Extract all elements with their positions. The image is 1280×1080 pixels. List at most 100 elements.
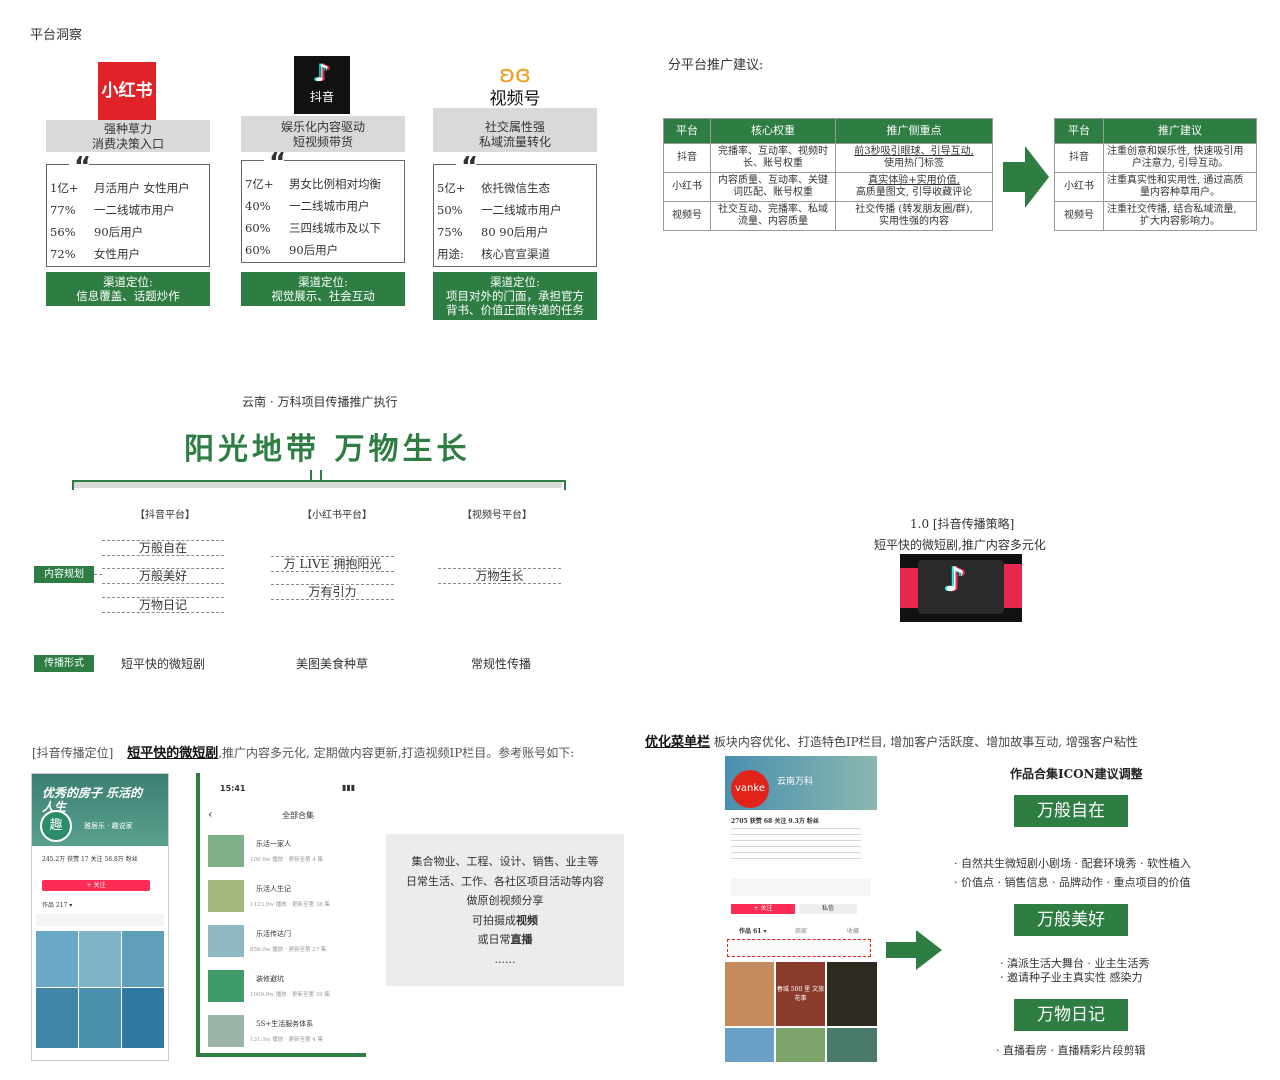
butterfly-icon: ʚɞ [499, 60, 531, 88]
reference-account-screenshot-2: 15:41 ▮▮▮ ‹ 全部合集 乐活一家人 108.6w 播放 · 更新至第 … [196, 773, 366, 1057]
tag-communication-form: 传播形式 [34, 655, 94, 672]
platform-card-xiaohongshu: 小红书 强种草力 消费决策入口 “ 1亿+ 月活用户 女性用户 77% 一二线城市用… [46, 60, 210, 310]
table-row: 视频号 社交互动、完播率、私域流量、内容质量 社交传播 (转发朋友圈/群), 实用… [663, 201, 993, 231]
content-description-box: 集合物业、工程、设计、销售、业主等 日常生活、工作、各社区项目活动等内容 做原创… [386, 834, 624, 986]
collection-item[interactable]: 乐活人生记 1123.9w 播放 · 更新至第 38 集 [208, 880, 358, 914]
stat-row: 75% 80 90后用户 [437, 225, 549, 239]
suggestion-table: 平台 推广建议 抖音 注重创意和娱乐性, 快速吸引用 户注意力, 引导互动。 小红书… [1054, 118, 1257, 231]
message-button[interactable]: 私信 [799, 904, 857, 914]
form-sph: 常规性传播 [471, 657, 532, 671]
tag-content-planning: 内容规划 [34, 566, 94, 583]
tiktok-note-icon: ♪ [314, 59, 330, 87]
platform-band: 强种草力 消费决策入口 [46, 120, 210, 152]
menu-optimization-text: 优化菜单栏 板块内容优化、打造特色IP栏目, 增加客户活跃度、增加故事互动, 增… [645, 735, 1138, 750]
vanke-logo: vanke [731, 770, 769, 808]
douyin-item: 万般自在 [102, 540, 224, 556]
video-thumb[interactable] [827, 1028, 877, 1062]
video-thumb[interactable] [725, 1028, 774, 1062]
reference-account-screenshot-1: 优秀的房子 乐活的人生 趣 雅居乐 · 趣说家 245.2万 获赞 17 关注 … [31, 773, 169, 1061]
video-thumb[interactable] [725, 962, 774, 1026]
tab-shop[interactable]: 商家 [795, 926, 807, 935]
channel-position: 渠道定位: 项目对外的门面，承担官方 背书、价值正面传递的任务 [433, 272, 597, 320]
video-thumb[interactable]: 春城 500 里 文旅花事 [776, 962, 825, 1026]
bracket-shadow [74, 482, 562, 488]
green-accent-bar [196, 1053, 366, 1057]
collection-header: 全部合集 [282, 811, 314, 820]
band-line: 强种草力 [103, 122, 152, 136]
stat-row: 50% 一二线城市用户 [437, 203, 562, 217]
strategy-line1: 1.0 [抖音传播策略] [910, 517, 1015, 531]
works-tab[interactable]: 作品 61 ▾ [739, 926, 767, 935]
collection-item[interactable]: 5S+生活服务体系 131.3w 播放 · 更新至第 4 集 [208, 1015, 358, 1049]
video-thumb[interactable] [36, 988, 78, 1048]
video-thumb[interactable] [79, 988, 121, 1048]
exec-subtitle: 云南 · 万科项目传播推广执行 [242, 395, 398, 409]
video-thumb[interactable] [36, 931, 78, 987]
xhs-item: 万 LIVE 拥抱阳光 [271, 556, 394, 572]
stat-row: 60% 90后用户 [245, 243, 339, 257]
platform-band: 娱乐化内容驱动 短视频带货 [241, 116, 405, 152]
stat-row: 56% 90后用户 [50, 225, 144, 239]
tab-favorites[interactable]: 收藏 [847, 926, 859, 935]
account-stats: 2705 获赞 68 关注 9.3万 粉丝 [731, 818, 819, 825]
collection-button-wanbanmeihao[interactable]: 万般美好 [1014, 904, 1128, 936]
stat-row: 60% 三四线城市及以下 [245, 221, 381, 235]
table-row: 抖音 完播率、互动率、视频时长、账号权重 前3秒吸引眼球、引导互动, 使用热门标签 [663, 143, 993, 173]
quote-icon: “ [74, 152, 92, 182]
back-icon[interactable]: ‹ [208, 807, 213, 821]
follow-button[interactable]: + 关注 [731, 904, 795, 914]
strategy-line2: 短平快的微短剧,推广内容多元化 [874, 538, 1046, 552]
platform-card-douyin: ♪ 抖音 娱乐化内容驱动 短视频带货 “ 7亿+ 男女比例相对均衡 40% 一二线城… [241, 56, 405, 306]
stat-row: 40% 一二线城市用户 [245, 199, 370, 213]
channel-position: 渠道定位: 信息覆盖、话题炒作 [46, 272, 210, 306]
video-thumb[interactable] [827, 962, 877, 1026]
stat-row: 5亿+ 依托微信生态 [437, 181, 550, 195]
shop-entries [731, 878, 871, 896]
icon-adjust-title: 作品合集ICON建议调整 [1010, 767, 1143, 781]
video-thumb[interactable] [79, 931, 121, 987]
video-thumb[interactable] [776, 1028, 825, 1062]
works-count[interactable]: 作品 217 ▾ [42, 900, 72, 909]
follow-button[interactable]: + 关注 [42, 880, 150, 891]
stat-row: 用途: 核心官宣渠道 [437, 247, 550, 261]
vanke-account-screenshot: vanke 云南万科 2705 获赞 68 关注 9.3万 粉丝 + 关注 私信… [725, 756, 877, 1062]
video-thumb[interactable] [122, 931, 164, 987]
account-stats: 245.2万 获赞 17 关注 58.8万 粉丝 [42, 856, 138, 863]
stat-row: 1亿+ 月活用户 女性用户 [50, 181, 190, 195]
col-douyin-header: 【抖音平台】 [135, 510, 195, 521]
collection-menu-highlight[interactable] [727, 939, 871, 957]
arrow-right-icon [1003, 146, 1049, 208]
col-sph-header: 【视频号平台】 [462, 510, 532, 521]
platform-card-shipinhao: ʚɞ 视频号 社交属性强 私域流量转化 “ 5亿+ 依托微信生态 50% 一二线城市… [433, 60, 597, 320]
table-row: 抖音 注重创意和娱乐性, 快速吸引用 户注意力, 引导互动。 [1054, 143, 1257, 173]
band-line: 消费决策入口 [91, 137, 164, 151]
quote-icon: “ [461, 152, 479, 182]
table-header: 核心权重 [710, 118, 836, 144]
collection-row [36, 914, 164, 926]
xiaohongshu-logo: 小红书 [98, 62, 156, 120]
collection-item[interactable]: 乐活传达门 858.0w 播放 · 更新至第 27 集 [208, 925, 358, 959]
table-header: 推广建议 [1103, 118, 1257, 144]
insight-title: 平台洞察 [30, 28, 83, 43]
weight-table: 平台 核心权重 推广侧重点 抖音 完播率、互动率、视频时长、账号权重 前3秒吸引… [663, 118, 993, 231]
signal-icon: ▮▮▮ [342, 783, 356, 792]
account-name: 云南万科 [777, 777, 814, 787]
table-row: 小红书 注重真实性和实用性, 通过高质 量内容种草用户。 [1054, 172, 1257, 202]
douyin-logo: ♪ 抖音 [294, 56, 350, 114]
desc-line: · 直播看房 · 直播精彩片段剪辑 [996, 1044, 1146, 1057]
avatar: 趣 [40, 810, 72, 842]
video-thumb[interactable] [122, 988, 164, 1048]
collection-item[interactable]: 乐活一家人 108.6w 播放 · 更新至第 4 集 [208, 835, 358, 869]
collection-button-wanbanzizai[interactable]: 万般自在 [1014, 795, 1128, 827]
stat-row: 7亿+ 男女比例相对均衡 [245, 177, 381, 191]
form-douyin: 短平快的微短剧 [121, 657, 206, 671]
table-header: 平台 [663, 118, 711, 144]
status-time: 15:41 [220, 784, 246, 793]
tiktok-note-icon: ♪ [944, 560, 966, 600]
exec-title: 阳光地带 万物生长 [184, 432, 471, 467]
collection-button-wanwuriji[interactable]: 万物日记 [1014, 999, 1128, 1031]
collection-item[interactable]: 装修避坑 1009.8w 播放 · 更新至第 39 集 [208, 970, 358, 1004]
bracket-notch [310, 470, 322, 480]
table-header: 推广侧重点 [835, 118, 993, 144]
channel-position: 渠道定位: 视觉展示、社会互动 [241, 272, 405, 306]
